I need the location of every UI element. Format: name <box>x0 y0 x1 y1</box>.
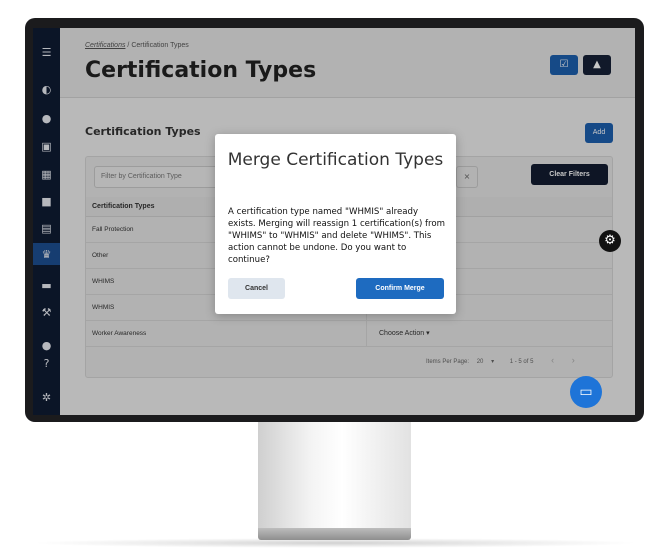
dialog-title: Merge Certification Types <box>227 150 444 170</box>
monitor-stand-base <box>258 528 411 540</box>
monitor-stand <box>258 422 411 528</box>
merge-dialog: Merge Certification Types A certificatio… <box>215 134 456 314</box>
chat-support-button[interactable]: ▭ <box>570 376 602 408</box>
confirm-merge-button[interactable]: Confirm Merge <box>356 278 444 299</box>
gear-check-icon: ⚙ <box>599 230 621 252</box>
cancel-button[interactable]: Cancel <box>228 278 285 299</box>
screenshot-stage: ☰ ◐ ● ▣ ▦ ■ ▤ ♛ ▬ ⚒ ● ? ✲ Certifications… <box>0 0 670 557</box>
chat-bubble-icon: ▭ <box>579 384 593 400</box>
dialog-message: A certification type named "WHMIS" alrea… <box>228 207 446 265</box>
monitor-screen: ☰ ◐ ● ▣ ▦ ■ ▤ ♛ ▬ ⚒ ● ? ✲ Certifications… <box>33 28 635 415</box>
